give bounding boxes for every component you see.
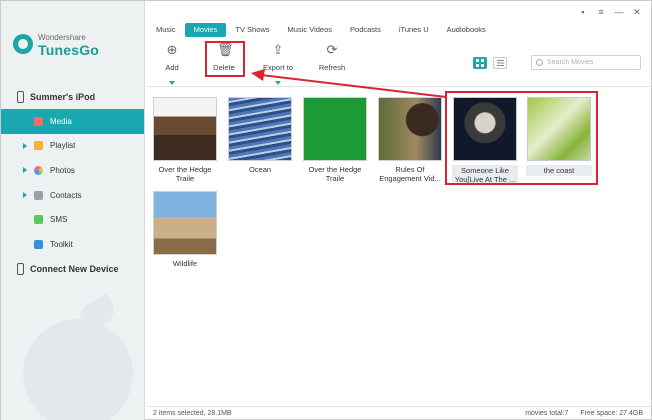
app-window: Wondershare TunesGo Summer's iPod Media …: [0, 0, 652, 420]
feedback-icon[interactable]: ▪: [577, 6, 589, 18]
device-name: Summer's iPod: [30, 92, 96, 102]
export-icon: ⇪: [272, 42, 284, 57]
connect-new-device[interactable]: Connect New Device: [17, 261, 119, 277]
add-button[interactable]: ⊕ Add: [147, 42, 197, 85]
movie-title: Ocean: [248, 165, 272, 174]
device-icon: [17, 263, 24, 275]
add-label: Add: [165, 63, 179, 72]
playlist-icon: [34, 141, 43, 151]
close-icon[interactable]: ✕: [631, 6, 643, 18]
menu-icon[interactable]: ≡: [595, 6, 607, 18]
connect-label: Connect New Device: [30, 264, 119, 274]
delete-annotation-box: [205, 41, 245, 77]
search-input[interactable]: [547, 59, 637, 66]
sidebar-item-label: Contacts: [50, 190, 82, 200]
contacts-icon: [34, 190, 43, 200]
sidebar-item-sms[interactable]: SMS: [1, 207, 144, 232]
movie-item[interactable]: Over the Hedge Traile: [302, 97, 368, 183]
grid-view-icon[interactable]: [473, 57, 487, 69]
device-header[interactable]: Summer's iPod: [17, 89, 95, 105]
sidebar-item-photos[interactable]: Photos: [1, 158, 144, 183]
toolkit-icon: [34, 239, 43, 249]
photos-icon: [34, 165, 43, 175]
status-bar: 2 items selected, 28.1MB movies total:7 …: [147, 406, 651, 420]
movie-thumbnail: [153, 97, 217, 161]
expand-caret-icon[interactable]: [23, 142, 27, 149]
tunesgo-logo-icon: [13, 34, 33, 54]
tab-audiobooks[interactable]: Audiobooks: [438, 23, 495, 37]
caret-icon: [23, 217, 27, 223]
sms-icon: [34, 215, 43, 225]
sidebar-item-toolkit[interactable]: Toolkit: [1, 232, 144, 257]
expand-caret-icon[interactable]: [23, 192, 27, 199]
movie-item[interactable]: Ocean: [227, 97, 293, 174]
selection-status: 2 items selected, 28.1MB: [153, 410, 232, 417]
sidebar-item-label: Playlist: [50, 141, 76, 151]
free-space: Free space: 27.4GB: [580, 410, 643, 417]
tab-music-videos[interactable]: Music Videos: [279, 23, 341, 37]
movie-title: Over the Hedge Traile: [158, 165, 212, 183]
sidebar-item-label: Photos: [50, 165, 75, 175]
sidebar: Wondershare TunesGo Summer's iPod Media …: [1, 1, 145, 420]
sidebar-item-contacts[interactable]: Contacts: [1, 183, 144, 208]
movies-total: movies total:7: [525, 410, 569, 417]
caret-icon: [23, 118, 27, 124]
refresh-icon: ⟳: [326, 42, 338, 57]
storage-status: movies total:7 Free space: 27.4GB: [515, 410, 643, 417]
tab-movies[interactable]: Movies: [184, 23, 227, 37]
movie-title: Rules Of Engagement Vid...: [379, 165, 441, 183]
app-logo: Wondershare TunesGo: [13, 33, 133, 58]
search-box[interactable]: [531, 55, 641, 70]
media-icon: [34, 116, 43, 126]
caret-icon: [23, 241, 27, 247]
sidebar-item-label: Toolkit: [50, 239, 73, 249]
ipod-icon: [17, 91, 24, 103]
add-icon: ⊕: [166, 42, 178, 57]
expand-caret-icon[interactable]: [23, 167, 27, 174]
sidebar-item-playlist[interactable]: Playlist: [1, 134, 144, 159]
tab-itunes-u[interactable]: iTunes U: [390, 23, 438, 37]
dropdown-caret-icon[interactable]: [169, 81, 175, 85]
movie-title: Over the Hedge Traile: [308, 165, 362, 183]
brand-name: TunesGo: [38, 42, 100, 58]
apple-watermark-icon: [23, 319, 133, 420]
movie-item[interactable]: Over the Hedge Traile: [152, 97, 218, 183]
sidebar-nav: Media Playlist Photos Contacts SMS Toolk…: [1, 109, 144, 257]
movie-title: Wildlife: [172, 259, 198, 268]
brand-top: Wondershare: [38, 33, 86, 42]
sidebar-item-label: Media: [50, 116, 72, 126]
search-icon: [536, 59, 543, 66]
movie-thumbnail: [153, 191, 217, 255]
media-tabs: Music Movies TV Shows Music Videos Podca…: [147, 23, 495, 37]
movie-item[interactable]: Rules Of Engagement Vid...: [377, 97, 443, 183]
tab-music[interactable]: Music: [147, 23, 185, 37]
movie-item[interactable]: Wildlife: [152, 191, 218, 268]
minimize-icon[interactable]: —: [613, 6, 625, 18]
annotation-arrow-icon: [251, 69, 447, 98]
selection-annotation-box: [445, 91, 598, 185]
list-view-icon[interactable]: [493, 57, 507, 69]
tab-tv-shows[interactable]: TV Shows: [226, 23, 278, 37]
sidebar-item-media[interactable]: Media: [1, 109, 144, 134]
sidebar-item-label: SMS: [50, 215, 68, 225]
window-controls: ▪ ≡ — ✕: [577, 6, 643, 18]
tab-podcasts[interactable]: Podcasts: [341, 23, 390, 37]
